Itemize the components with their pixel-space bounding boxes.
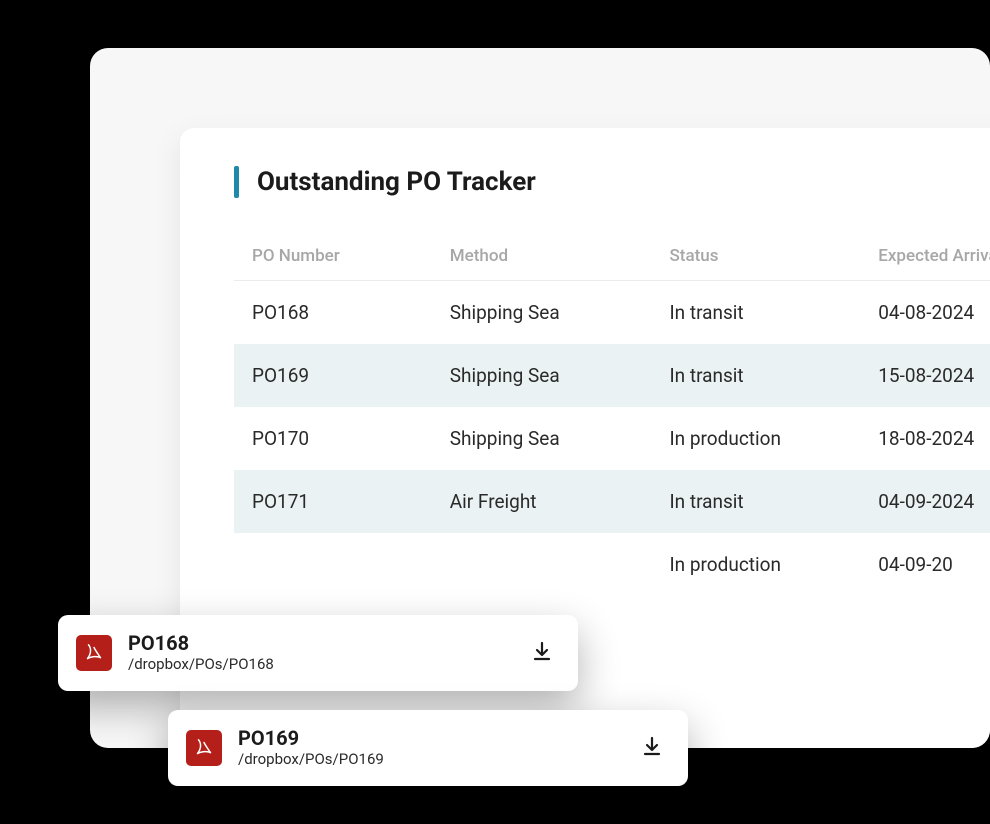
cell-po: PO169 [234, 344, 432, 407]
file-name: PO169 [238, 726, 638, 750]
file-name: PO168 [128, 631, 528, 655]
cell-method: Shipping Sea [432, 407, 652, 470]
cell-po [234, 533, 432, 596]
file-path: /dropbox/POs/PO169 [238, 750, 638, 770]
card-header: Outstanding PO Tracker [234, 166, 990, 198]
title-accent-bar [234, 166, 239, 198]
pdf-icon [186, 730, 222, 766]
cell-expected: 04-09-2024 [860, 470, 990, 533]
cell-expected: 04-09-20 [860, 533, 990, 596]
cell-status: In production [652, 533, 861, 596]
cell-method: Shipping Sea [432, 281, 652, 345]
cell-po: PO168 [234, 281, 432, 345]
cell-method: Air Freight [432, 470, 652, 533]
file-card[interactable]: PO169 /dropbox/POs/PO169 [168, 710, 688, 786]
table-row[interactable]: In production 04-09-20 [234, 533, 990, 596]
cell-po: PO170 [234, 407, 432, 470]
table-row[interactable]: PO171 Air Freight In transit 04-09-2024 [234, 470, 990, 533]
file-text: PO169 /dropbox/POs/PO169 [238, 726, 638, 770]
pdf-icon [76, 635, 112, 671]
cell-status: In transit [652, 281, 861, 345]
cell-expected: 18-08-2024 [860, 407, 990, 470]
table-row[interactable]: PO168 Shipping Sea In transit 04-08-2024 [234, 281, 990, 345]
cell-expected: 15-08-2024 [860, 344, 990, 407]
col-header-status: Status [652, 246, 861, 281]
cell-status: In production [652, 407, 861, 470]
cell-status: In transit [652, 344, 861, 407]
download-icon [640, 734, 664, 762]
download-icon [530, 639, 554, 667]
download-button[interactable] [528, 639, 556, 667]
cell-method [432, 533, 652, 596]
card-title: Outstanding PO Tracker [257, 167, 536, 197]
file-card[interactable]: PO168 /dropbox/POs/PO168 [58, 615, 578, 691]
col-header-method: Method [432, 246, 652, 281]
cell-expected: 04-08-2024 [860, 281, 990, 345]
cell-method: Shipping Sea [432, 344, 652, 407]
table-row[interactable]: PO170 Shipping Sea In production 18-08-2… [234, 407, 990, 470]
po-table: PO Number Method Status Expected Arrival… [234, 246, 990, 596]
file-text: PO168 /dropbox/POs/PO168 [128, 631, 528, 675]
file-path: /dropbox/POs/PO168 [128, 655, 528, 675]
col-header-expected: Expected Arrival [860, 246, 990, 281]
cell-status: In transit [652, 470, 861, 533]
col-header-po: PO Number [234, 246, 432, 281]
download-button[interactable] [638, 734, 666, 762]
table-row[interactable]: PO169 Shipping Sea In transit 15-08-2024 [234, 344, 990, 407]
cell-po: PO171 [234, 470, 432, 533]
